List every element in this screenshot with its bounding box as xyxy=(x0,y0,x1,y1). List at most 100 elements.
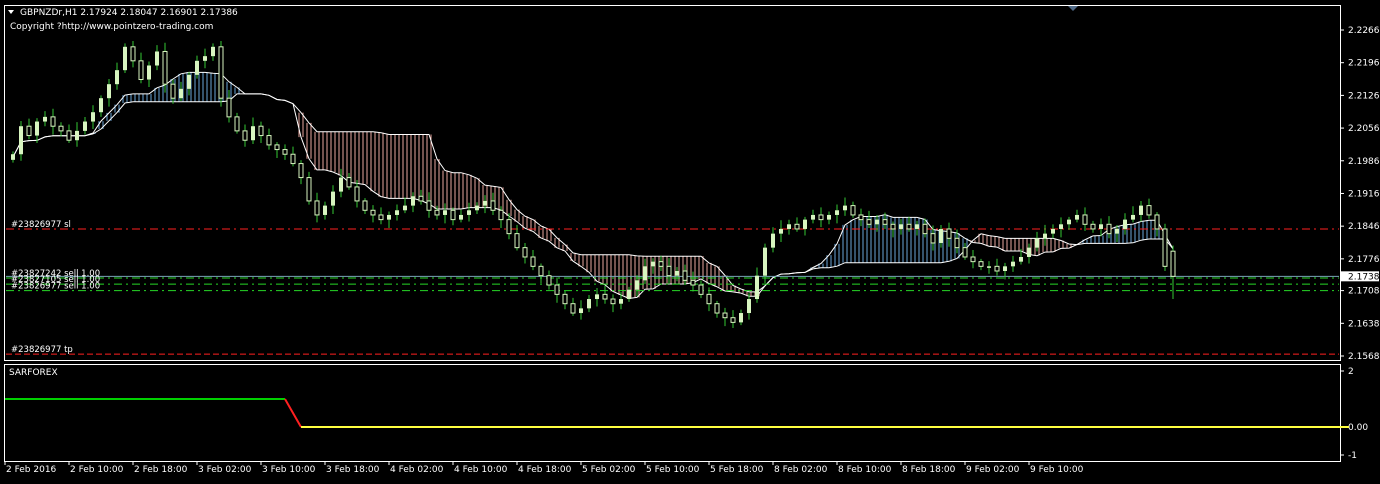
candle-body-bear xyxy=(818,214,824,221)
candle-body-bull xyxy=(1035,238,1039,248)
candle-body-bull xyxy=(1139,205,1143,215)
current-price-label: 2.17386 xyxy=(1348,272,1380,282)
candle-body-bear xyxy=(138,60,144,81)
time-tick-label: 2 Feb 18:00 xyxy=(134,465,188,475)
candle-body-bull xyxy=(827,214,831,220)
cloud-span-a xyxy=(12,71,1174,300)
candle-body-bull xyxy=(1019,256,1023,262)
candle-body-bull xyxy=(19,126,23,155)
candle-body-bull xyxy=(459,214,463,220)
order-label: #23826977 tp xyxy=(11,345,73,355)
candle-body-bear xyxy=(706,293,712,305)
indicator-segment-down xyxy=(284,398,302,428)
candle-body-bull xyxy=(915,224,919,229)
candle-body-bear xyxy=(722,312,728,319)
ichimoku-cloud xyxy=(12,71,1174,300)
candle-body-bear xyxy=(290,153,296,165)
time-tick-label: 2 Feb 10:00 xyxy=(70,465,124,475)
time-tick-label: 5 Feb 18:00 xyxy=(710,465,764,475)
time-axis[interactable]: 2 Feb 2016 2 Feb 10:00 2 Feb 18:00 3 Feb 02… xyxy=(4,461,1084,475)
price-tick-label: 2.15680 xyxy=(1348,352,1380,362)
price-tick-label: 2.17080 xyxy=(1348,287,1380,297)
candle-body-bear xyxy=(418,195,424,202)
chart-menu-arrow-icon[interactable] xyxy=(8,10,14,14)
candle-body-bull xyxy=(1099,224,1103,229)
candle-body-bear xyxy=(946,228,952,239)
candle-body-bear xyxy=(922,223,928,235)
candle-body-bear xyxy=(866,219,872,225)
candle-body-bull xyxy=(635,280,639,290)
candle-body-bull xyxy=(331,191,335,206)
candle-body-bear xyxy=(234,116,240,132)
indicator-tick-label: -1 xyxy=(1348,451,1357,461)
price-axis[interactable]: 2.22660 2.21960 2.21260 2.20560 2.19860 2.191… xyxy=(1340,26,1380,362)
candle-body-bull xyxy=(939,228,943,243)
candle-body-bear xyxy=(1082,214,1088,225)
time-tick-label: 4 Feb 10:00 xyxy=(454,465,508,475)
candle-body-bull xyxy=(843,205,847,211)
candle-body-bull xyxy=(619,299,623,304)
candle-body-bear xyxy=(562,293,568,305)
trading-chart[interactable]: #23826977 sl#23827242 sell 1.00#23827105… xyxy=(0,0,1380,484)
candle-body-bull xyxy=(203,56,207,61)
candle-body-bear xyxy=(498,209,504,221)
price-tick-label: 2.22660 xyxy=(1348,26,1380,36)
candle-body-bull xyxy=(1011,261,1015,267)
candle-body-bull xyxy=(387,214,391,220)
candle-body-bear xyxy=(970,256,976,263)
candle-body-bull xyxy=(587,299,591,309)
candle-body-bull xyxy=(899,224,903,229)
order-label: #23826977 sl xyxy=(11,220,71,230)
candle-body-bull xyxy=(323,205,327,215)
candle-body-bear xyxy=(242,130,248,141)
candle-body-bear xyxy=(506,219,512,235)
candle-body-bear xyxy=(730,317,736,323)
candle-body-bull xyxy=(1003,266,1007,271)
candle-body-bear xyxy=(930,233,936,244)
candle-body-bull xyxy=(251,126,255,141)
order-label: #23826977 sell 1.00 xyxy=(11,282,100,292)
price-tick-label: 2.19160 xyxy=(1348,189,1380,199)
candle-body-bull xyxy=(1075,214,1079,220)
price-tick-label: 2.16380 xyxy=(1348,319,1380,329)
candle-body-bull xyxy=(1051,228,1055,234)
candle-body-bear xyxy=(538,265,544,277)
candle-body-bear xyxy=(882,219,888,225)
candle-body-bear xyxy=(218,46,224,99)
order-levels: #23826977 sl#23827242 sell 1.00#23827105… xyxy=(6,220,1339,355)
candle-body-bull xyxy=(35,121,39,136)
candle-body-bull xyxy=(411,196,415,206)
candle-body-bear xyxy=(666,265,672,277)
time-tick-label: 3 Feb 10:00 xyxy=(262,465,316,475)
candle-body-bull xyxy=(83,121,87,131)
candle-body-bear xyxy=(546,275,552,286)
candle-body-bull xyxy=(483,200,487,206)
candle-body-bear xyxy=(378,214,384,221)
indicator-tick-label: 2 xyxy=(1348,367,1354,377)
candle-body-bull xyxy=(1131,214,1135,220)
candle-body-bull xyxy=(211,46,215,57)
candle-body-bear xyxy=(530,256,536,267)
candle-body-bear xyxy=(370,209,376,216)
candle-body-bull xyxy=(395,210,399,215)
candle-body-bear xyxy=(978,261,984,267)
candle-body-bear xyxy=(714,303,720,314)
candle-body-bull xyxy=(339,177,343,192)
candle-body-bear xyxy=(258,125,264,137)
candle-body-bear xyxy=(66,130,72,141)
candle-body-bull xyxy=(755,275,759,300)
indicator-title: SARFOREX xyxy=(9,368,58,378)
candle-body-bear xyxy=(658,261,664,267)
candle-body-bull xyxy=(643,266,647,281)
time-tick-label: 9 Feb 10:00 xyxy=(1030,465,1084,475)
candle-body-bull xyxy=(115,70,119,85)
candle-body-bull xyxy=(99,98,103,113)
candle-body-bear xyxy=(954,237,960,249)
time-tick-label: 5 Feb 02:00 xyxy=(582,465,636,475)
time-tick-label: 2 Feb 2016 xyxy=(6,465,57,475)
candle-body-bear xyxy=(58,125,64,132)
candle-body-bear xyxy=(314,200,320,216)
candle-body-bull xyxy=(803,219,807,229)
shift-marker-icon[interactable] xyxy=(1068,6,1078,11)
candle-body-bull xyxy=(179,88,183,99)
